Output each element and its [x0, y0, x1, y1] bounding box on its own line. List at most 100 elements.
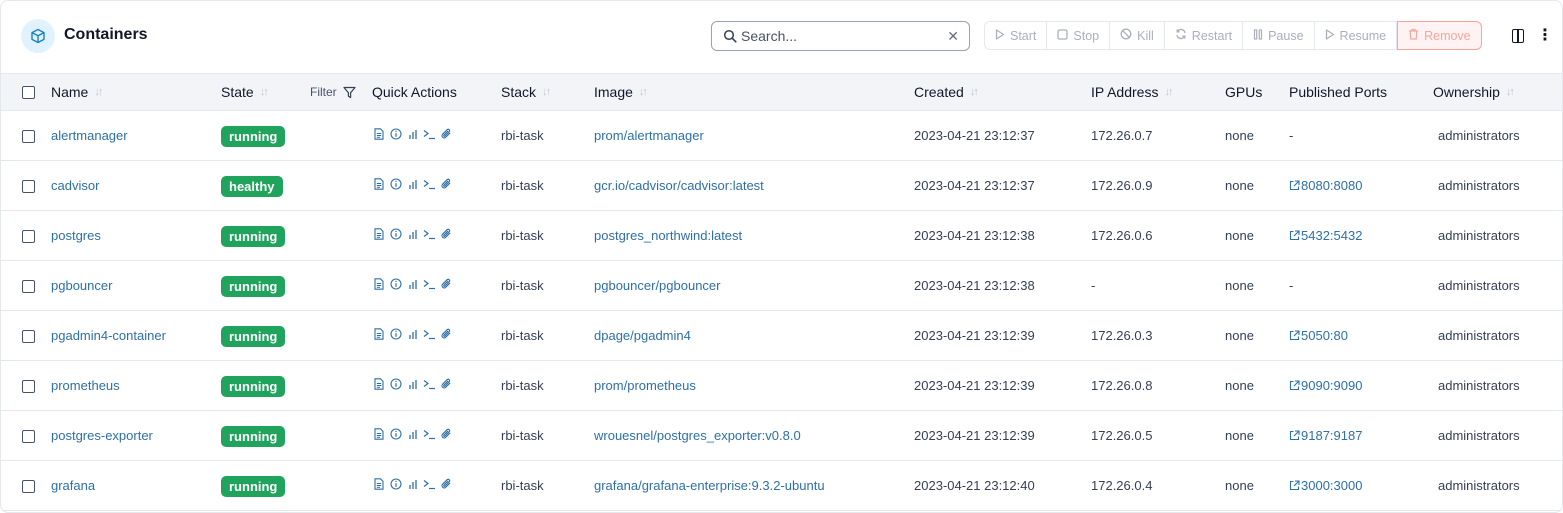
column-stack[interactable]: Stack ↓↑ — [501, 84, 551, 100]
logs-icon[interactable] — [372, 327, 385, 341]
row-checkbox[interactable] — [22, 480, 35, 493]
console-icon[interactable] — [423, 127, 436, 141]
pause-button[interactable]: Pause — [1243, 21, 1315, 50]
created-cell: 2023-04-21 23:12:39 — [914, 378, 1035, 393]
column-state[interactable]: State ↓↑ — [221, 84, 269, 100]
info-icon[interactable] — [389, 327, 402, 341]
image-link[interactable]: prom/prometheus — [594, 378, 696, 393]
columns-icon[interactable] — [1512, 29, 1524, 43]
kill-button[interactable]: Kill — [1110, 21, 1165, 50]
clear-search-icon[interactable]: ✕ — [947, 28, 959, 44]
column-image[interactable]: Image ↓↑ — [594, 84, 648, 100]
table-row: pgbouncer running rbi-task pgbouncer/pgb… — [1, 261, 1562, 311]
row-checkbox[interactable] — [22, 430, 35, 443]
console-icon[interactable] — [423, 377, 436, 391]
info-icon[interactable] — [389, 227, 402, 241]
logs-icon[interactable] — [372, 377, 385, 391]
published-port-link[interactable]: 9090:9090 — [1301, 378, 1362, 393]
container-name-link[interactable]: grafana — [51, 478, 95, 493]
restart-button[interactable]: Restart — [1164, 21, 1244, 50]
stats-icon[interactable] — [406, 327, 419, 341]
image-link[interactable]: prom/alertmanager — [594, 128, 704, 143]
column-created[interactable]: Created ↓↑ — [914, 84, 979, 100]
quick-actions — [372, 127, 453, 141]
info-icon[interactable] — [389, 427, 402, 441]
row-checkbox[interactable] — [22, 280, 35, 293]
start-button[interactable]: Start — [984, 21, 1048, 50]
row-checkbox[interactable] — [22, 130, 35, 143]
logs-icon[interactable] — [372, 477, 385, 491]
container-name-link[interactable]: pgadmin4-container — [51, 328, 166, 343]
quick-actions — [372, 277, 453, 291]
container-name-link[interactable]: pgbouncer — [51, 278, 112, 293]
logs-icon[interactable] — [372, 177, 385, 191]
stats-icon[interactable] — [406, 127, 419, 141]
logs-icon[interactable] — [372, 277, 385, 291]
console-icon[interactable] — [423, 227, 436, 241]
column-ownership[interactable]: Ownership ↓↑ — [1433, 84, 1515, 100]
row-checkbox[interactable] — [22, 380, 35, 393]
attach-icon[interactable] — [440, 127, 453, 141]
image-link[interactable]: postgres_northwind:latest — [594, 228, 742, 243]
stats-icon[interactable] — [406, 377, 419, 391]
stats-icon[interactable] — [406, 177, 419, 191]
attach-icon[interactable] — [440, 477, 453, 491]
container-name-link[interactable]: postgres-exporter — [51, 428, 153, 443]
container-name-link[interactable]: cadvisor — [51, 178, 99, 193]
image-link[interactable]: wrouesnel/postgres_exporter:v0.8.0 — [594, 428, 801, 443]
info-icon[interactable] — [389, 377, 402, 391]
published-port-link[interactable]: 3000:3000 — [1301, 478, 1362, 493]
stop-button[interactable]: Stop — [1047, 21, 1111, 50]
console-icon[interactable] — [423, 277, 436, 291]
logs-icon[interactable] — [372, 427, 385, 441]
info-icon[interactable] — [389, 127, 402, 141]
image-link[interactable]: grafana/grafana-enterprise:9.3.2-ubuntu — [594, 478, 825, 493]
attach-icon[interactable] — [440, 227, 453, 241]
container-name-link[interactable]: alertmanager — [51, 128, 128, 143]
containers-panel: Containers ✕ Start Stop Kill R — [0, 0, 1563, 513]
info-icon[interactable] — [389, 177, 402, 191]
select-all-checkbox[interactable] — [22, 86, 35, 99]
created-cell: 2023-04-21 23:12:37 — [914, 178, 1035, 193]
image-link[interactable]: pgbouncer/pgbouncer — [594, 278, 721, 293]
sort-icon: ↓↑ — [259, 86, 269, 98]
search-input[interactable] — [741, 26, 941, 46]
column-ip-address[interactable]: IP Address ↓↑ — [1091, 84, 1173, 100]
logs-icon[interactable] — [372, 227, 385, 241]
state-filter[interactable]: Filter — [310, 85, 356, 99]
published-port-link[interactable]: 8080:8080 — [1301, 178, 1362, 193]
row-checkbox[interactable] — [22, 330, 35, 343]
stats-icon[interactable] — [406, 277, 419, 291]
published-port-link[interactable]: 5050:80 — [1301, 328, 1348, 343]
console-icon[interactable] — [423, 477, 436, 491]
remove-button[interactable]: Remove — [1397, 21, 1482, 50]
console-icon[interactable] — [423, 327, 436, 341]
resume-button[interactable]: Resume — [1314, 21, 1398, 50]
stats-icon[interactable] — [406, 227, 419, 241]
stats-icon[interactable] — [406, 427, 419, 441]
attach-icon[interactable] — [440, 377, 453, 391]
logs-icon[interactable] — [372, 127, 385, 141]
row-checkbox[interactable] — [22, 180, 35, 193]
search-box[interactable]: ✕ — [711, 21, 970, 51]
attach-icon[interactable] — [440, 327, 453, 341]
container-name-link[interactable]: postgres — [51, 228, 101, 243]
image-link[interactable]: dpage/pgadmin4 — [594, 328, 691, 343]
attach-icon[interactable] — [440, 277, 453, 291]
info-icon[interactable] — [389, 477, 402, 491]
column-published-ports: Published Ports — [1289, 84, 1388, 100]
column-name[interactable]: Name ↓↑ — [51, 84, 103, 100]
console-icon[interactable] — [423, 427, 436, 441]
attach-icon[interactable] — [440, 427, 453, 441]
row-checkbox[interactable] — [22, 230, 35, 243]
console-icon[interactable] — [423, 177, 436, 191]
published-port-link[interactable]: 9187:9187 — [1301, 428, 1362, 443]
stats-icon[interactable] — [406, 477, 419, 491]
more-options-icon[interactable]: ⋮ — [1537, 27, 1553, 45]
published-port-link[interactable]: 5432:5432 — [1301, 228, 1362, 243]
container-name-link[interactable]: prometheus — [51, 378, 120, 393]
image-link[interactable]: gcr.io/cadvisor/cadvisor:latest — [594, 178, 764, 193]
attach-icon[interactable] — [440, 177, 453, 191]
info-icon[interactable] — [389, 277, 402, 291]
status-badge: running — [221, 426, 286, 447]
